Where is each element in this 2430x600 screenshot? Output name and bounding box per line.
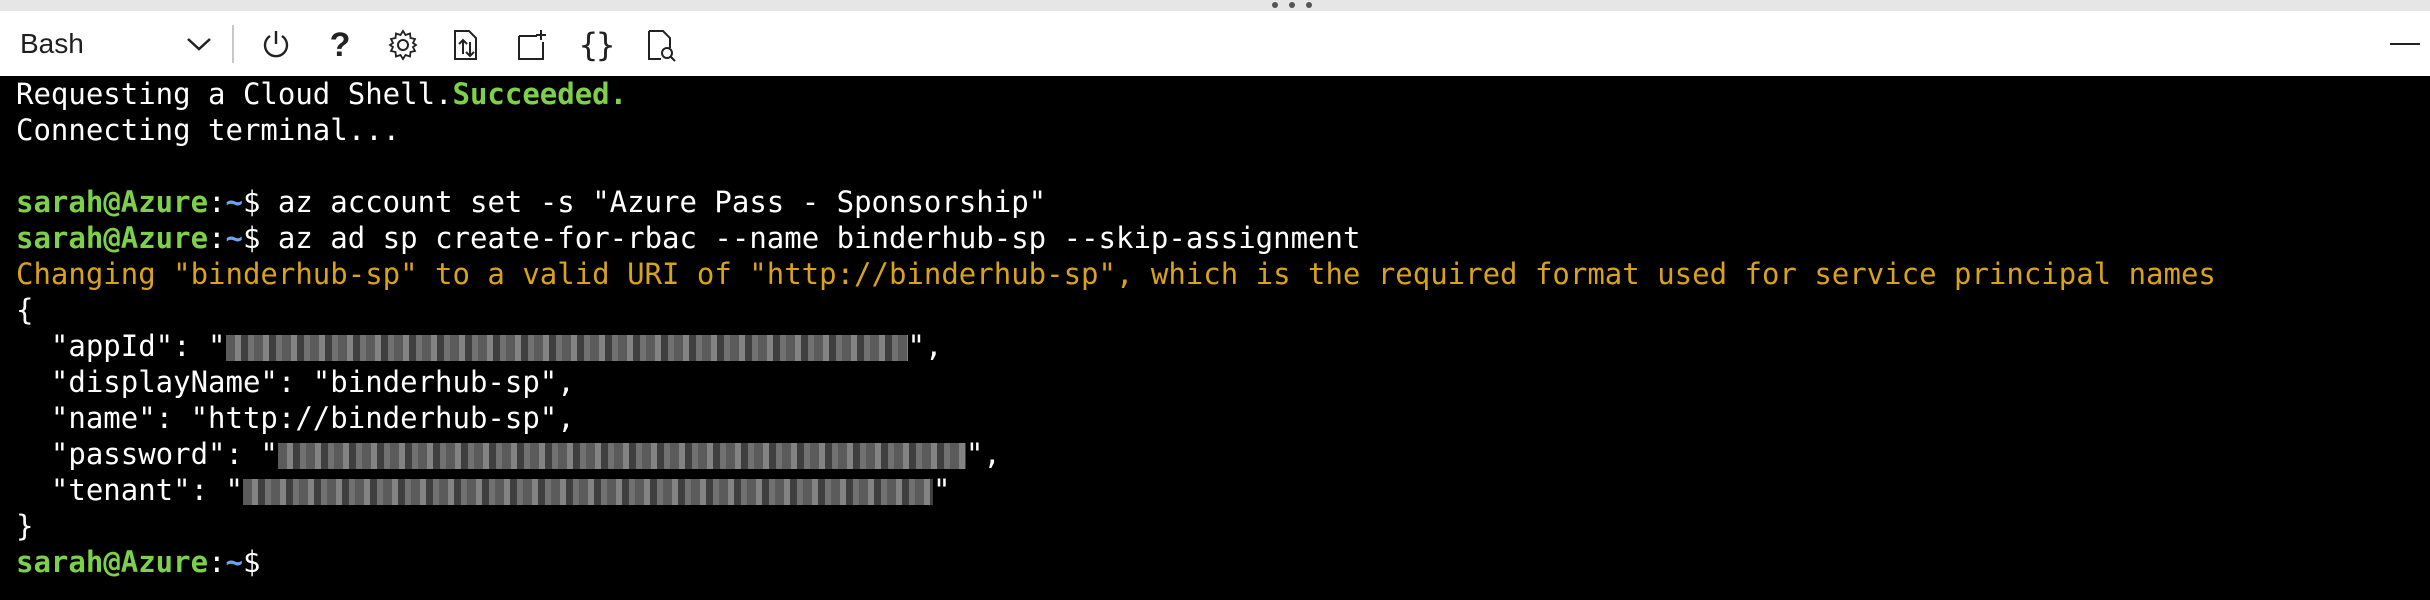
json-appid-end: ", bbox=[907, 329, 943, 363]
prompt-path: ~ bbox=[225, 545, 243, 579]
resize-drag-strip[interactable] bbox=[0, 0, 2430, 11]
prompt-colon: : bbox=[208, 185, 226, 219]
json-password-key: "password": " bbox=[16, 437, 278, 471]
terminal-line-prompt[interactable]: sarah@Azure:~$ bbox=[16, 544, 260, 580]
minimize-button[interactable] bbox=[2388, 41, 2422, 47]
json-name-line: "name": "http://binderhub-sp", bbox=[16, 401, 575, 435]
terminal-line-connecting: Connecting terminal... bbox=[16, 113, 401, 147]
json-tenant-key: "tenant": " bbox=[16, 473, 243, 507]
redacted-appid bbox=[225, 335, 908, 361]
shell-type-dropdown[interactable]: Bash bbox=[20, 19, 212, 69]
prompt-user: sarah@Azure bbox=[16, 185, 209, 219]
redacted-password bbox=[277, 443, 966, 469]
cloud-shell-toolbar: Bash ? {} bbox=[0, 11, 2430, 77]
prompt-path: ~ bbox=[225, 221, 243, 255]
terminal-line-cmd2: sarah@Azure:~$ az ad sp create-for-rbac … bbox=[16, 220, 1360, 256]
drag-handle-icon[interactable] bbox=[1272, 1, 1312, 9]
terminal-line-request: Requesting a Cloud Shell.Succeeded. bbox=[16, 76, 627, 112]
terminal-line-warning: Changing "binderhub-sp" to a valid URI o… bbox=[16, 257, 2216, 291]
request-text: Requesting a Cloud Shell. bbox=[16, 77, 453, 111]
prompt-colon: : bbox=[208, 545, 226, 579]
terminal-output[interactable]: Requesting a Cloud Shell.Succeeded. Conn… bbox=[0, 76, 2430, 600]
json-password-end: ", bbox=[965, 437, 1001, 471]
web-preview-icon[interactable] bbox=[640, 25, 680, 65]
prompt-dollar: $ bbox=[243, 545, 261, 579]
json-password-line: "password": " ", bbox=[16, 436, 1001, 472]
settings-icon[interactable] bbox=[383, 25, 423, 65]
command-text: az account set -s "Azure Pass - Sponsors… bbox=[260, 185, 1047, 219]
chevron-down-icon bbox=[187, 37, 211, 51]
success-status: Succeeded. bbox=[452, 77, 628, 111]
prompt-colon: : bbox=[208, 221, 226, 255]
power-icon[interactable] bbox=[256, 25, 296, 65]
json-tenant-line: "tenant": " " bbox=[16, 472, 951, 508]
redacted-tenant bbox=[242, 479, 933, 505]
terminal-line-cmd1: sarah@Azure:~$ az account set -s "Azure … bbox=[16, 184, 1046, 220]
help-icon[interactable]: ? bbox=[320, 25, 360, 65]
upload-download-icon[interactable] bbox=[446, 25, 486, 65]
prompt-user: sarah@Azure bbox=[16, 545, 209, 579]
prompt-path: ~ bbox=[225, 185, 243, 219]
minimize-icon bbox=[2390, 43, 2420, 45]
json-appid-line: "appId": " ", bbox=[16, 328, 943, 364]
braces-glyph: {} bbox=[578, 26, 616, 64]
prompt-user: sarah@Azure bbox=[16, 221, 209, 255]
json-tenant-end: " bbox=[932, 473, 951, 507]
json-open-brace: { bbox=[16, 293, 34, 327]
new-session-icon[interactable] bbox=[512, 25, 552, 65]
help-glyph: ? bbox=[329, 25, 351, 64]
json-appid-key: "appId": " bbox=[16, 329, 226, 363]
toolbar-divider bbox=[232, 25, 234, 63]
command-text: az ad sp create-for-rbac --name binderhu… bbox=[260, 221, 1361, 255]
prompt-dollar: $ bbox=[243, 221, 261, 255]
json-close-brace: } bbox=[16, 509, 34, 543]
prompt-dollar: $ bbox=[243, 185, 261, 219]
editor-braces-icon[interactable]: {} bbox=[576, 25, 616, 65]
shell-type-label: Bash bbox=[20, 27, 84, 59]
json-displayname-line: "displayName": "binderhub-sp", bbox=[16, 365, 575, 399]
